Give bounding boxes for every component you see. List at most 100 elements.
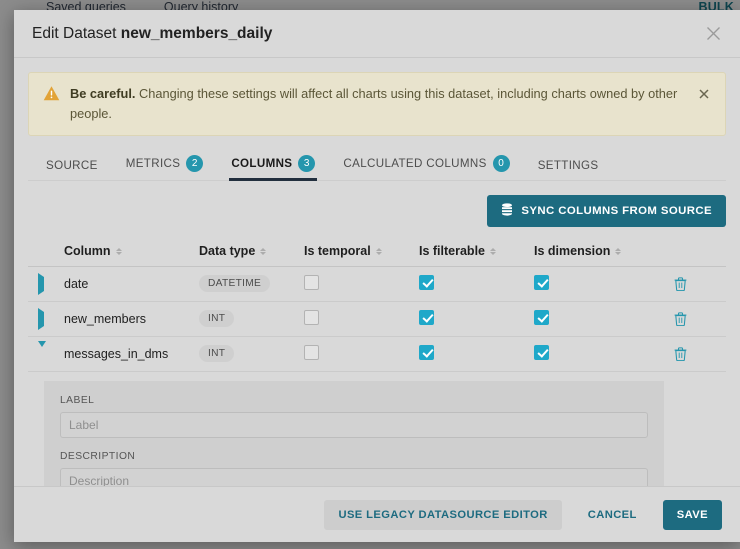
description-field[interactable]	[60, 467, 648, 486]
use-legacy-datasource-editor-button[interactable]: USE LEGACY DATASOURCE EDITOR	[324, 499, 562, 530]
row-actions-cell	[654, 277, 726, 291]
column-header-data-type-label: Data type	[199, 244, 256, 259]
row-is-temporal-cell	[304, 309, 419, 328]
row-column-name-cell: date	[64, 277, 199, 291]
data-type-badge: DATETIME	[199, 275, 271, 293]
column-name: messages_in_dms	[64, 346, 169, 361]
chevron-right-icon[interactable]	[38, 307, 44, 330]
modal-body: Be careful. Changing these settings will…	[14, 58, 740, 486]
is-filterable-checkbox[interactable]	[419, 309, 434, 325]
sort-icon[interactable]	[115, 247, 122, 255]
is-dimension-checkbox[interactable]	[534, 344, 549, 360]
row-expand-cell[interactable]	[38, 307, 64, 330]
row-is-filterable-cell	[419, 309, 534, 328]
warning-alert-strong: Be careful.	[70, 86, 136, 101]
column-header-is-temporal[interactable]: Is temporal	[304, 244, 419, 258]
label-field[interactable]	[60, 411, 648, 438]
tab-calculated-columns-badge: 0	[492, 154, 510, 172]
warning-triangle-icon	[43, 85, 60, 102]
column-name: date	[64, 276, 89, 291]
is-temporal-checkbox[interactable]	[304, 309, 319, 325]
tab-columns-label: COLUMNS	[231, 156, 293, 170]
modal-footer: USE LEGACY DATASOURCE EDITOR CANCEL SAVE	[14, 486, 740, 542]
description-field-label: DESCRIPTION	[60, 450, 136, 462]
column-header-is-filterable-label: Is filterable	[419, 244, 485, 259]
is-filterable-checkbox[interactable]	[419, 344, 434, 360]
tab-columns[interactable]: COLUMNS 3	[217, 154, 329, 181]
is-temporal-checkbox[interactable]	[304, 274, 319, 290]
row-actions-cell	[654, 312, 726, 326]
row-data-type-cell: INT	[199, 310, 304, 328]
column-header-column[interactable]: Column	[64, 244, 199, 258]
column-header-data-type[interactable]: Data type	[199, 244, 304, 258]
columns-table-header: Column Data type Is temporal Is filterab…	[28, 237, 726, 267]
column-header-is-dimension[interactable]: Is dimension	[534, 244, 654, 258]
row-is-temporal-cell	[304, 274, 419, 293]
row-is-temporal-cell	[304, 344, 419, 363]
is-dimension-checkbox[interactable]	[534, 309, 549, 325]
table-row[interactable]: messages_in_dms INT	[28, 337, 726, 372]
trash-icon[interactable]	[674, 312, 687, 326]
row-data-type-cell: INT	[199, 345, 304, 363]
modal-title-prefix: Edit Dataset	[32, 24, 121, 42]
chevron-down-icon[interactable]	[38, 340, 46, 361]
tab-settings[interactable]: SETTINGS	[524, 159, 613, 180]
column-detail-panel: LABEL DESCRIPTION DATETIME FORMAT	[44, 380, 664, 486]
is-temporal-checkbox[interactable]	[304, 344, 319, 360]
trash-icon[interactable]	[674, 277, 687, 291]
sync-columns-from-source-button[interactable]: SYNC COLUMNS FROM SOURCE	[487, 194, 726, 227]
table-row[interactable]: date DATETIME	[28, 267, 726, 302]
chevron-right-icon[interactable]	[38, 272, 44, 295]
database-icon	[501, 203, 513, 219]
row-actions-cell	[654, 347, 726, 361]
sort-icon[interactable]	[375, 247, 382, 255]
warning-alert-message: Changing these settings will affect all …	[70, 86, 678, 121]
modal-header: Edit Dataset new_members_daily	[14, 10, 740, 58]
data-type-badge: INT	[199, 310, 235, 328]
trash-icon[interactable]	[674, 347, 687, 361]
data-type-badge: INT	[199, 345, 235, 363]
sort-icon[interactable]	[615, 247, 622, 255]
modal-title-dataset: new_members_daily	[120, 24, 273, 42]
table-row[interactable]: new_members INT	[28, 302, 726, 337]
column-header-is-dimension-label: Is dimension	[534, 244, 611, 259]
edit-dataset-modal: Edit Dataset new_members_daily Be carefu…	[14, 10, 740, 542]
page-title: Edit Dataset new_members_daily	[32, 25, 700, 43]
save-button[interactable]: SAVE	[662, 499, 722, 530]
tab-source-label: SOURCE	[46, 158, 98, 172]
modal-tab-bar: SOURCE METRICS 2 COLUMNS 3 CALCULATED CO…	[28, 148, 726, 181]
sync-columns-from-source-label: SYNC COLUMNS FROM SOURCE	[521, 204, 712, 217]
row-is-dimension-cell	[534, 309, 654, 328]
column-name: new_members	[64, 311, 146, 326]
tab-source[interactable]: SOURCE	[32, 159, 112, 180]
warning-alert: Be careful. Changing these settings will…	[28, 72, 726, 136]
row-is-dimension-cell	[534, 274, 654, 293]
row-is-dimension-cell	[534, 344, 654, 363]
tab-settings-label: SETTINGS	[537, 158, 599, 172]
tab-metrics-badge: 2	[186, 154, 204, 172]
alert-close-icon[interactable]	[695, 85, 713, 103]
is-dimension-checkbox[interactable]	[534, 274, 549, 290]
tab-calculated-columns-label: CALCULATED COLUMNS	[343, 156, 487, 170]
tab-calculated-columns[interactable]: CALCULATED COLUMNS 0	[329, 154, 523, 180]
row-column-name-cell: messages_in_dms	[64, 347, 199, 361]
row-data-type-cell: DATETIME	[199, 275, 304, 293]
row-is-filterable-cell	[419, 344, 534, 363]
sort-icon[interactable]	[260, 247, 267, 255]
column-header-column-label: Column	[64, 244, 111, 259]
row-is-filterable-cell	[419, 274, 534, 293]
close-icon[interactable]	[700, 21, 726, 47]
sort-icon[interactable]	[490, 247, 496, 255]
tab-metrics[interactable]: METRICS 2	[112, 154, 218, 180]
row-expand-cell[interactable]	[38, 272, 64, 295]
cancel-button[interactable]: CANCEL	[574, 500, 651, 530]
is-filterable-checkbox[interactable]	[419, 274, 434, 290]
tab-metrics-label: METRICS	[125, 156, 181, 170]
label-field-label: LABEL	[60, 394, 95, 406]
columns-table: Column Data type Is temporal Is filterab…	[28, 237, 726, 486]
row-expand-cell[interactable]	[38, 340, 64, 361]
column-header-is-filterable[interactable]: Is filterable	[419, 244, 534, 258]
sync-row: SYNC COLUMNS FROM SOURCE	[28, 194, 726, 227]
field-spacer	[60, 438, 648, 451]
tab-columns-badge: 3	[298, 154, 316, 172]
